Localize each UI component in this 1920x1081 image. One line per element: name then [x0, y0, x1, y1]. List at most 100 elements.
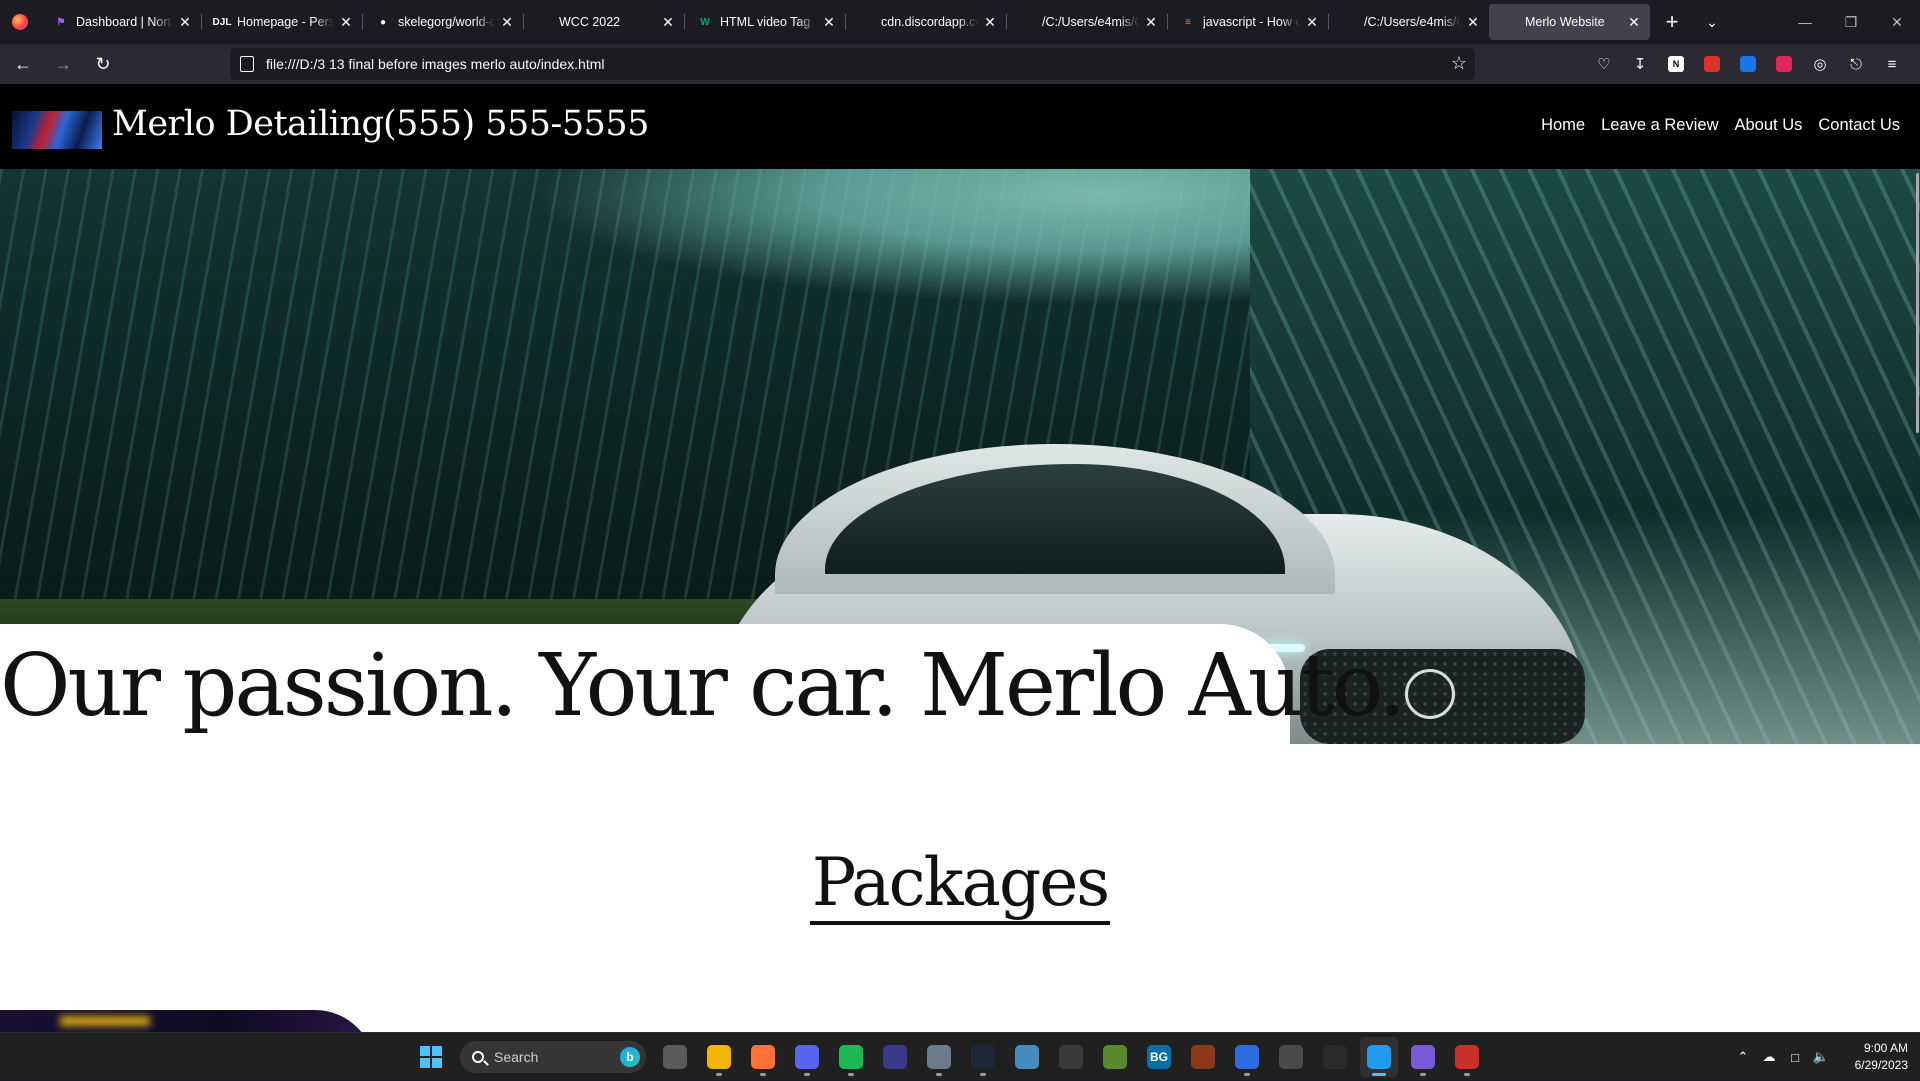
- taskbar-app-settings[interactable]: [920, 1037, 958, 1077]
- nav-contact-link[interactable]: Contact Us: [1818, 116, 1900, 135]
- tab-title: Dashboard | Northv: [76, 15, 173, 29]
- restore-button[interactable]: ❐: [1828, 0, 1874, 44]
- app-menu-icon[interactable]: ≡: [1874, 48, 1910, 80]
- tab[interactable]: ≡ javascript - How ca ✕: [1167, 4, 1328, 40]
- tab[interactable]: ● skelegorg/world-c ✕: [362, 4, 523, 40]
- taskbar-app-discord[interactable]: [788, 1037, 826, 1077]
- firefox-menu-icon[interactable]: [0, 0, 40, 44]
- system-tray: ⌃ ☁ □ 🔈 9:00 AM 6/29/2023: [1730, 1033, 1920, 1081]
- taskbar-app-godot[interactable]: [1008, 1037, 1046, 1077]
- extension-target-icon[interactable]: ◎: [1802, 48, 1838, 80]
- nav-review-link[interactable]: Leave a Review: [1601, 116, 1718, 135]
- taskbar-app-twitch[interactable]: [1272, 1037, 1310, 1077]
- volume-icon[interactable]: 🔈: [1808, 1037, 1834, 1077]
- vscode-icon: [1367, 1045, 1391, 1069]
- bing-icon[interactable]: b: [620, 1047, 640, 1067]
- package-card-image[interactable]: [0, 1010, 375, 1032]
- windows-logo-icon: [420, 1046, 442, 1068]
- taskbar-search[interactable]: Search b: [460, 1041, 646, 1073]
- downloads-icon[interactable]: ↧: [1622, 48, 1658, 80]
- tab-title: cdn.discordapp.com/at: [881, 15, 978, 29]
- network-icon[interactable]: □: [1782, 1037, 1808, 1077]
- taskbar-app-vscode[interactable]: [1360, 1037, 1398, 1077]
- close-tab-icon[interactable]: ✕: [982, 14, 998, 30]
- firefox-icon: [751, 1045, 775, 1069]
- page-scrollbar[interactable]: [1916, 169, 1920, 1032]
- tab-title: /C:/Users/e4mis/OneDr: [1042, 15, 1139, 29]
- taskbar-app-spotify[interactable]: [832, 1037, 870, 1077]
- taskbar-app-bg-app[interactable]: BG: [1140, 1037, 1178, 1077]
- scrollbar-thumb[interactable]: [1916, 173, 1919, 433]
- close-tab-icon[interactable]: ✕: [1626, 14, 1642, 30]
- page-viewport: Merlo Detailing (555) 555-5555 Home Leav…: [0, 84, 1920, 1032]
- taskbar-app-clipchamp[interactable]: [1404, 1037, 1442, 1077]
- bookmark-star-icon[interactable]: ☆: [1451, 53, 1467, 74]
- close-window-button[interactable]: ✕: [1874, 0, 1920, 44]
- start-button[interactable]: [412, 1037, 450, 1077]
- navigation-toolbar: ← → ↻ file:///D:/3 13 final before image…: [0, 44, 1920, 84]
- snipping-tool-icon: [1455, 1045, 1479, 1069]
- site-header: Merlo Detailing (555) 555-5555 Home Leav…: [0, 84, 1920, 169]
- favicon-icon: [1342, 15, 1356, 29]
- minimize-button[interactable]: —: [1782, 0, 1828, 44]
- new-tab-button[interactable]: +: [1656, 6, 1688, 38]
- spotify-icon: [839, 1045, 863, 1069]
- tab[interactable]: /C:/Users/e4mis/OneDr ✕: [1328, 4, 1489, 40]
- site-logo[interactable]: [12, 111, 102, 149]
- back-button[interactable]: ←: [6, 48, 40, 80]
- nav-about-link[interactable]: About Us: [1735, 116, 1803, 135]
- twitch-icon: [1279, 1045, 1303, 1069]
- address-bar[interactable]: file:///D:/3 13 final before images merl…: [230, 48, 1475, 80]
- clipchamp-icon: [1411, 1045, 1435, 1069]
- taskbar-app-task-view[interactable]: [656, 1037, 694, 1077]
- extensions-puzzle-icon[interactable]: ⎋: [1838, 48, 1874, 80]
- onedrive-icon[interactable]: ☁: [1756, 1037, 1782, 1077]
- tab-title: Homepage - Person: [237, 15, 334, 29]
- taskbar-app-game[interactable]: [1184, 1037, 1222, 1077]
- taskbar-app-vectorize[interactable]: [876, 1037, 914, 1077]
- close-tab-icon[interactable]: ✕: [660, 14, 676, 30]
- close-tab-icon[interactable]: ✕: [338, 14, 354, 30]
- list-all-tabs-button[interactable]: ⌄: [1696, 6, 1728, 38]
- tab-active[interactable]: Merlo Website ✕: [1489, 4, 1650, 40]
- taskbar-app-unity-hub[interactable]: [1316, 1037, 1354, 1077]
- tab[interactable]: cdn.discordapp.com/at ✕: [845, 4, 1006, 40]
- close-tab-icon[interactable]: ✕: [499, 14, 515, 30]
- show-hidden-icons-icon[interactable]: ⌃: [1730, 1037, 1756, 1077]
- search-icon: [472, 1051, 484, 1063]
- game-icon: [1191, 1045, 1215, 1069]
- taskbar-app-file-explorer[interactable]: [700, 1037, 738, 1077]
- extension-blue-icon[interactable]: [1730, 48, 1766, 80]
- tab[interactable]: /C:/Users/e4mis/OneDr ✕: [1006, 4, 1167, 40]
- taskbar-app-minecraft[interactable]: [1096, 1037, 1134, 1077]
- close-tab-icon[interactable]: ✕: [1304, 14, 1320, 30]
- reload-button[interactable]: ↻: [86, 48, 120, 80]
- url-text[interactable]: file:///D:/3 13 final before images merl…: [266, 56, 605, 72]
- tab[interactable]: WCC 2022 ✕: [523, 4, 684, 40]
- taskbar-app-unity[interactable]: [1052, 1037, 1090, 1077]
- tab-list: ⚑ Dashboard | Northv ✕ DJL Homepage - Person…: [40, 0, 1650, 44]
- taskbar-app-steam[interactable]: [964, 1037, 1002, 1077]
- taskbar-app-paint[interactable]: [1228, 1037, 1266, 1077]
- clock[interactable]: 9:00 AM 6/29/2023: [1840, 1040, 1920, 1074]
- forward-button[interactable]: →: [46, 48, 80, 80]
- taskbar-app-firefox[interactable]: [744, 1037, 782, 1077]
- close-tab-icon[interactable]: ✕: [177, 14, 193, 30]
- tab-title: /C:/Users/e4mis/OneDr: [1364, 15, 1461, 29]
- tab-title: WCC 2022: [559, 15, 621, 29]
- extension-red-icon[interactable]: [1694, 48, 1730, 80]
- extension-n-icon[interactable]: N: [1658, 48, 1694, 80]
- favicon-icon: [1503, 15, 1517, 29]
- tab[interactable]: DJL Homepage - Person ✕: [201, 4, 362, 40]
- close-tab-icon[interactable]: ✕: [1465, 14, 1481, 30]
- tab-title: javascript - How ca: [1203, 15, 1300, 29]
- close-tab-icon[interactable]: ✕: [1143, 14, 1159, 30]
- tab[interactable]: ⚑ Dashboard | Northv ✕: [40, 4, 201, 40]
- close-tab-icon[interactable]: ✕: [821, 14, 837, 30]
- nav-home-link[interactable]: Home: [1541, 116, 1585, 135]
- mercedes-emblem-icon: [1405, 669, 1455, 719]
- pocket-icon[interactable]: ♡: [1586, 48, 1622, 80]
- extension-pink-icon[interactable]: [1766, 48, 1802, 80]
- tab[interactable]: W HTML video Tag ✕: [684, 4, 845, 40]
- taskbar-app-snipping-tool[interactable]: [1448, 1037, 1486, 1077]
